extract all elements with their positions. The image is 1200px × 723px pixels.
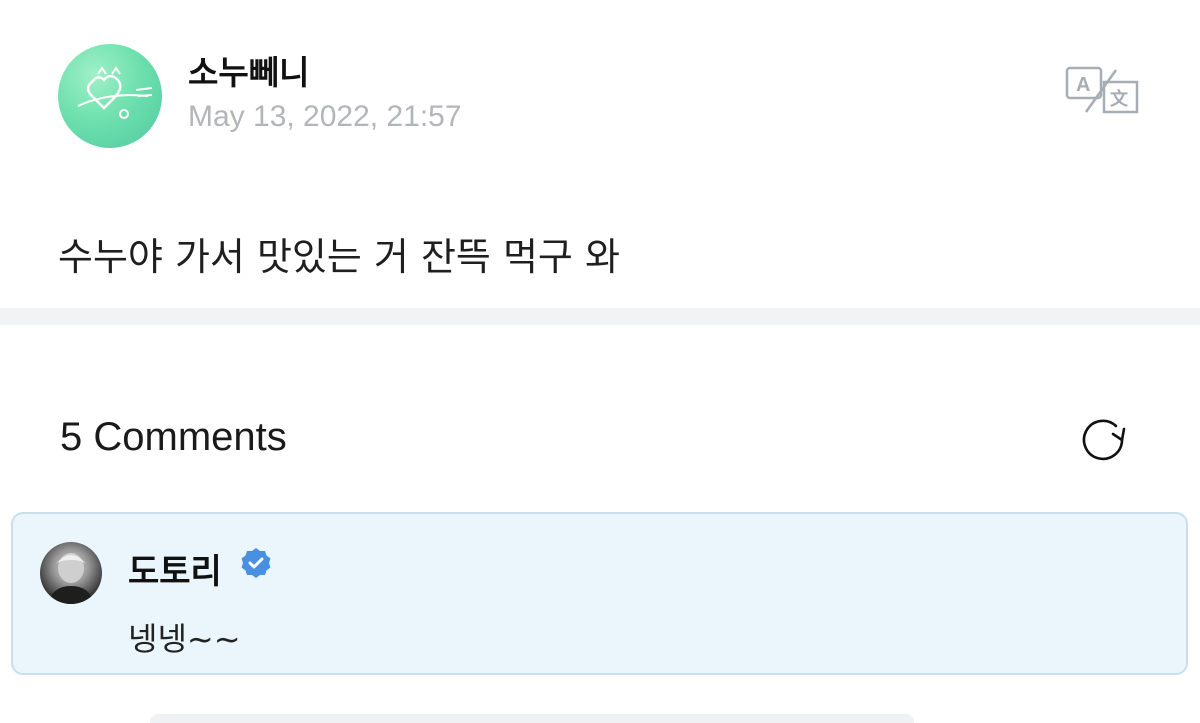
svg-text:文: 文 [1110, 88, 1129, 109]
svg-text:A: A [1076, 74, 1090, 96]
commenter-avatar[interactable] [40, 542, 102, 604]
refresh-icon[interactable] [1074, 411, 1132, 469]
author-name[interactable]: 소누뻬니 [188, 46, 309, 94]
section-divider [0, 308, 1200, 325]
post: 소누뻬니 May 13, 2022, 21:57 A 文 수누야 가서 맛있는 … [0, 0, 1200, 308]
post-body: 수누야 가서 맛있는 거 잔뜩 먹구 와 [58, 235, 620, 279]
comment-author[interactable]: 도토리 [128, 544, 222, 593]
author-avatar[interactable] [58, 44, 162, 148]
next-comment-edge [150, 714, 914, 723]
comment-item[interactable]: 도토리 넹넹~~ [11, 512, 1188, 675]
comment-text: 넹넹~~ [128, 620, 241, 658]
verified-badge-icon [239, 546, 273, 580]
translate-icon[interactable]: A 文 [1064, 64, 1140, 116]
post-date: May 13, 2022, 21:57 [188, 100, 462, 133]
comments-count: 5 Comments [60, 415, 287, 459]
comments-header: 5 Comments [0, 325, 1200, 505]
